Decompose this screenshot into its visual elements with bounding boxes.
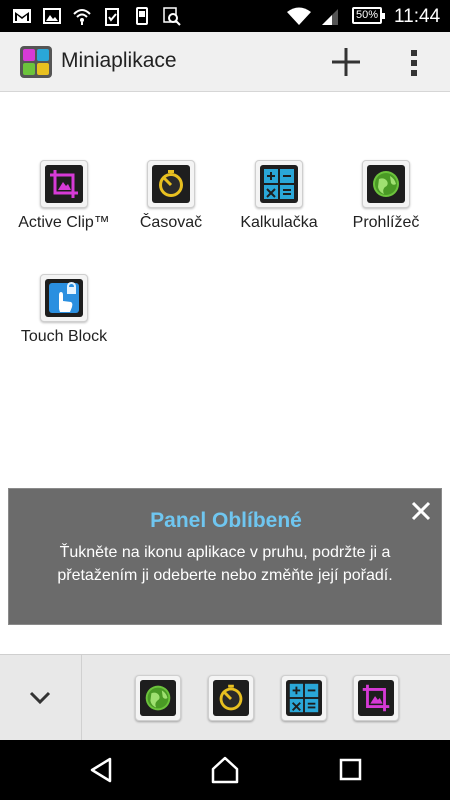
app-item-browser[interactable]: Prohlížeč: [331, 160, 441, 260]
status-bar: 50% 11:44: [0, 0, 450, 32]
search-icon: [162, 6, 182, 26]
panel-title: Panel Oblíbené: [150, 509, 302, 532]
timer-icon: [213, 680, 249, 716]
app-label: Prohlížeč: [352, 214, 420, 231]
overflow-menu-icon: [411, 50, 417, 76]
app-label: Active Clip™: [18, 214, 110, 231]
phone-icon: [132, 6, 152, 26]
wifi-icon: [286, 6, 312, 26]
crop-icon: [40, 160, 88, 208]
app-item-timer[interactable]: Časovač: [116, 160, 226, 260]
touch-block-icon: [40, 274, 88, 322]
app-item-active-clip[interactable]: Active Clip™: [9, 160, 119, 260]
add-button[interactable]: [326, 42, 366, 82]
favorites-bar: [0, 654, 450, 741]
chevron-down-icon: [29, 691, 51, 705]
panel-text: Ťukněte na ikonu aplikace v pruhu, podrž…: [57, 544, 393, 584]
app-label: Touch Block: [20, 328, 108, 345]
app-label: Kalkulačka: [240, 214, 318, 231]
calculator-icon: [286, 680, 322, 716]
favorite-calculator[interactable]: [281, 675, 327, 721]
timer-icon: [147, 160, 195, 208]
crop-icon: [358, 680, 394, 716]
home-icon: [211, 756, 239, 784]
globe-icon: [362, 160, 410, 208]
app-logo-icon: [20, 46, 52, 78]
close-button[interactable]: [409, 499, 433, 523]
favorite-timer[interactable]: [208, 675, 254, 721]
favorites-info-panel: Panel Oblíbené Ťukněte na ikonu aplikace…: [8, 488, 442, 625]
back-icon: [90, 757, 112, 783]
close-icon: [411, 501, 431, 521]
overflow-menu-button[interactable]: [400, 42, 428, 82]
wifi-download-icon: [72, 6, 92, 26]
image-icon: [42, 6, 62, 26]
globe-icon: [140, 680, 176, 716]
collapse-button[interactable]: [0, 655, 82, 741]
clipboard-check-icon: [102, 6, 122, 26]
app-item-touch-block[interactable]: Touch Block: [9, 274, 119, 374]
app-item-calculator[interactable]: Kalkulačka: [224, 160, 334, 260]
plus-icon: [332, 48, 360, 76]
navigation-bar: [0, 740, 450, 800]
back-button[interactable]: [84, 755, 118, 785]
battery-indicator: 50%: [352, 7, 385, 24]
gmail-icon: [12, 6, 32, 26]
signal-icon: [320, 6, 340, 26]
recents-button[interactable]: [333, 755, 367, 785]
favorite-active-clip[interactable]: [353, 675, 399, 721]
action-bar: Miniaplikace: [0, 32, 450, 92]
favorite-browser[interactable]: [135, 675, 181, 721]
calculator-icon: [255, 160, 303, 208]
home-button[interactable]: [208, 755, 242, 785]
app-label: Časovač: [139, 214, 203, 231]
clock: 11:44: [394, 6, 441, 27]
recents-icon: [339, 758, 362, 781]
page-title: Miniaplikace: [61, 49, 177, 72]
